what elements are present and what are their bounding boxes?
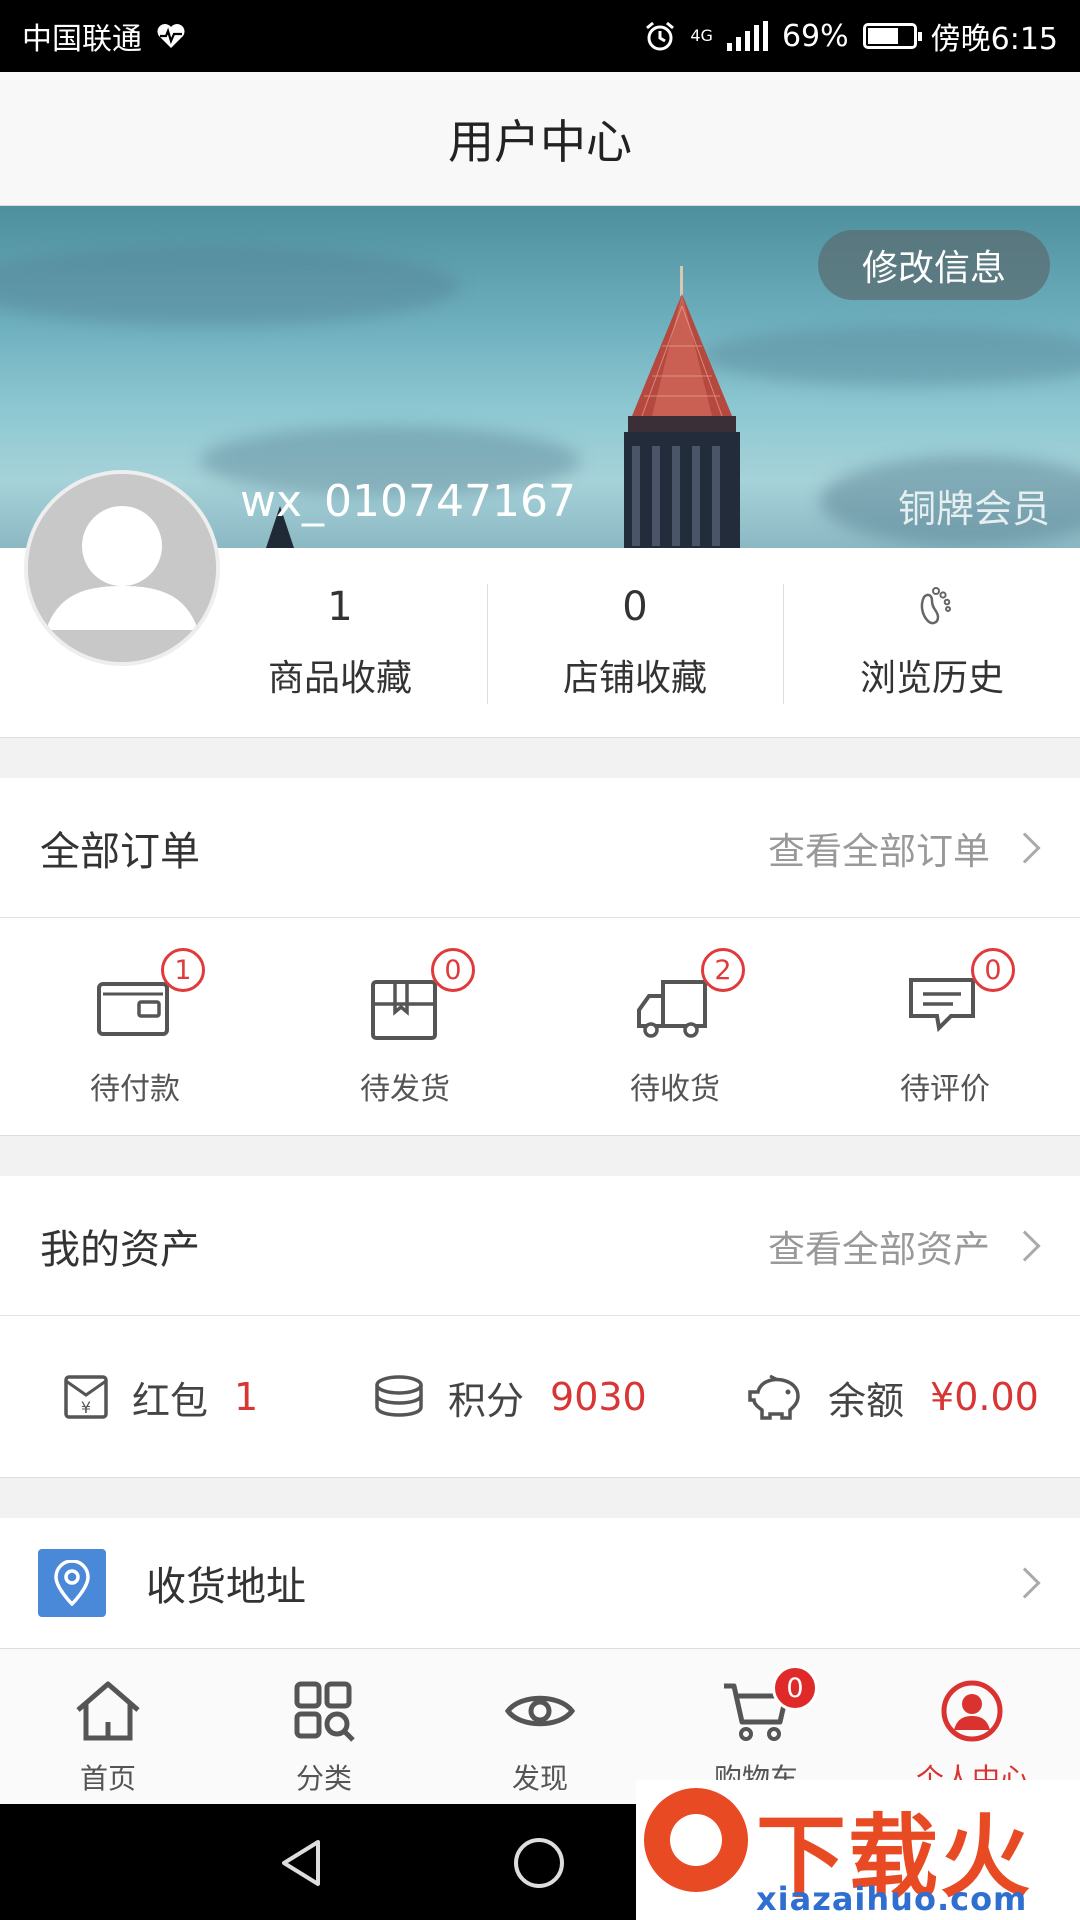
divider [783, 584, 784, 704]
order-pending-payment[interactable]: 1 待付款 [0, 918, 270, 1136]
asset-value: ¥0.00 [930, 1375, 1039, 1419]
order-pending-shipment[interactable]: 0 待发货 [270, 918, 540, 1136]
stat-store-favorites[interactable]: 0 店铺收藏 [495, 548, 775, 738]
chevron-right-icon [1009, 1567, 1041, 1599]
page-title-text: 用户中心 [448, 114, 632, 169]
edit-profile-button[interactable]: 修改信息 [818, 230, 1050, 300]
order-pending-review[interactable]: 0 待评价 [810, 918, 1080, 1136]
back-icon[interactable] [278, 1838, 324, 1888]
tab-category[interactable]: 分类 [216, 1649, 432, 1805]
watermark: 下载火 xiazaihuo.com [636, 1780, 1080, 1920]
tab-discover[interactable]: 发现 [432, 1649, 648, 1805]
page-title: 用户中心 [0, 72, 1080, 206]
home-icon [76, 1681, 140, 1741]
stat-value: 0 [622, 584, 648, 630]
order-count-badge: 1 [161, 948, 205, 992]
chevron-right-icon [1009, 1229, 1041, 1262]
member-level: 铜牌会员 [897, 487, 1050, 531]
asset-value: 1 [234, 1375, 259, 1419]
username: wx_010747167 [240, 476, 576, 527]
stat-product-favorites[interactable]: 1 商品收藏 [200, 548, 480, 738]
watermark-logo-icon [644, 1788, 748, 1892]
stat-label: 店铺收藏 [562, 658, 707, 699]
location-pin-icon [38, 1549, 106, 1617]
asset-label: 红包 [132, 1378, 209, 1423]
view-all-assets-label: 查看全部资产 [768, 1227, 990, 1271]
view-all-assets-link[interactable]: 查看全部资产 [768, 1219, 1044, 1273]
asset-value: 9030 [550, 1375, 647, 1419]
assets-header[interactable]: 我的资产 查看全部资产 [0, 1176, 1080, 1316]
order-count-badge: 0 [971, 948, 1015, 992]
order-status-label: 待发货 [360, 1072, 450, 1107]
order-count-badge: 0 [431, 948, 475, 992]
coins-icon [375, 1375, 423, 1417]
stat-label: 商品收藏 [267, 658, 412, 699]
asset-balance[interactable]: 余额 ¥0.00 [748, 1316, 1039, 1478]
signal-icon [726, 21, 768, 51]
default-avatar-icon [28, 474, 216, 662]
home-circle-icon[interactable] [514, 1838, 564, 1888]
order-status-row: 1 待付款 0 待发货 2 待收货 0 待评价 [0, 918, 1080, 1136]
chevron-right-icon [1009, 831, 1041, 864]
battery-icon [862, 23, 922, 49]
network-type: 4G [690, 26, 713, 45]
status-bar: 中国联通 4G 69% 傍晚6:15 [0, 0, 1080, 72]
cart-count-badge: 0 [772, 1665, 818, 1711]
divider [487, 584, 488, 704]
order-count-badge: 2 [701, 948, 745, 992]
orders-header[interactable]: 全部订单 查看全部订单 [0, 778, 1080, 918]
view-all-orders-label: 查看全部订单 [768, 829, 990, 873]
order-status-label: 待付款 [90, 1072, 180, 1107]
battery-percent: 69% [781, 18, 849, 54]
footprint-icon [920, 587, 951, 625]
avatar[interactable] [24, 470, 220, 666]
heart-rate-icon [157, 24, 185, 48]
tab-label: 发现 [511, 1762, 568, 1795]
tab-label: 分类 [295, 1762, 352, 1795]
orders-title: 全部订单 [40, 828, 200, 875]
clock: 傍晚6:15 [930, 22, 1058, 57]
assets-title: 我的资产 [40, 1226, 200, 1273]
watermark-url: xiazaihuo.com [756, 1880, 1028, 1918]
carrier-label: 中国联通 [22, 22, 142, 57]
user-icon [941, 1680, 1003, 1742]
order-pending-receipt[interactable]: 2 待收货 [540, 918, 810, 1136]
asset-label: 余额 [828, 1378, 905, 1423]
order-status-label: 待收货 [630, 1072, 720, 1107]
tab-home[interactable]: 首页 [0, 1649, 216, 1805]
stat-label: 浏览历史 [859, 658, 1004, 699]
stat-browse-history[interactable]: 浏览历史 [792, 548, 1072, 738]
view-all-orders-link[interactable]: 查看全部订单 [768, 821, 1044, 875]
svg-text:¥: ¥ [81, 1398, 91, 1417]
tab-label: 首页 [79, 1762, 136, 1795]
shipping-address-row[interactable]: 收货地址 [0, 1518, 1080, 1648]
piggy-bank-icon [748, 1374, 800, 1420]
shipping-address-label: 收货地址 [146, 1564, 306, 1610]
eye-icon [504, 1695, 576, 1727]
asset-red-envelope[interactable]: ¥ 红包 1 [62, 1316, 258, 1478]
red-envelope-icon: ¥ [64, 1375, 108, 1419]
edit-profile-label: 修改信息 [861, 248, 1006, 289]
order-status-label: 待评价 [900, 1072, 990, 1107]
alarm-icon [646, 21, 675, 51]
tower-image [624, 266, 740, 548]
asset-label: 积分 [448, 1378, 525, 1423]
stat-value: 1 [327, 584, 353, 630]
assets-row: ¥ 红包 1 积分 9030 余额 ¥0.00 [0, 1316, 1080, 1478]
asset-points[interactable]: 积分 9030 [372, 1316, 647, 1478]
category-icon [294, 1681, 355, 1742]
